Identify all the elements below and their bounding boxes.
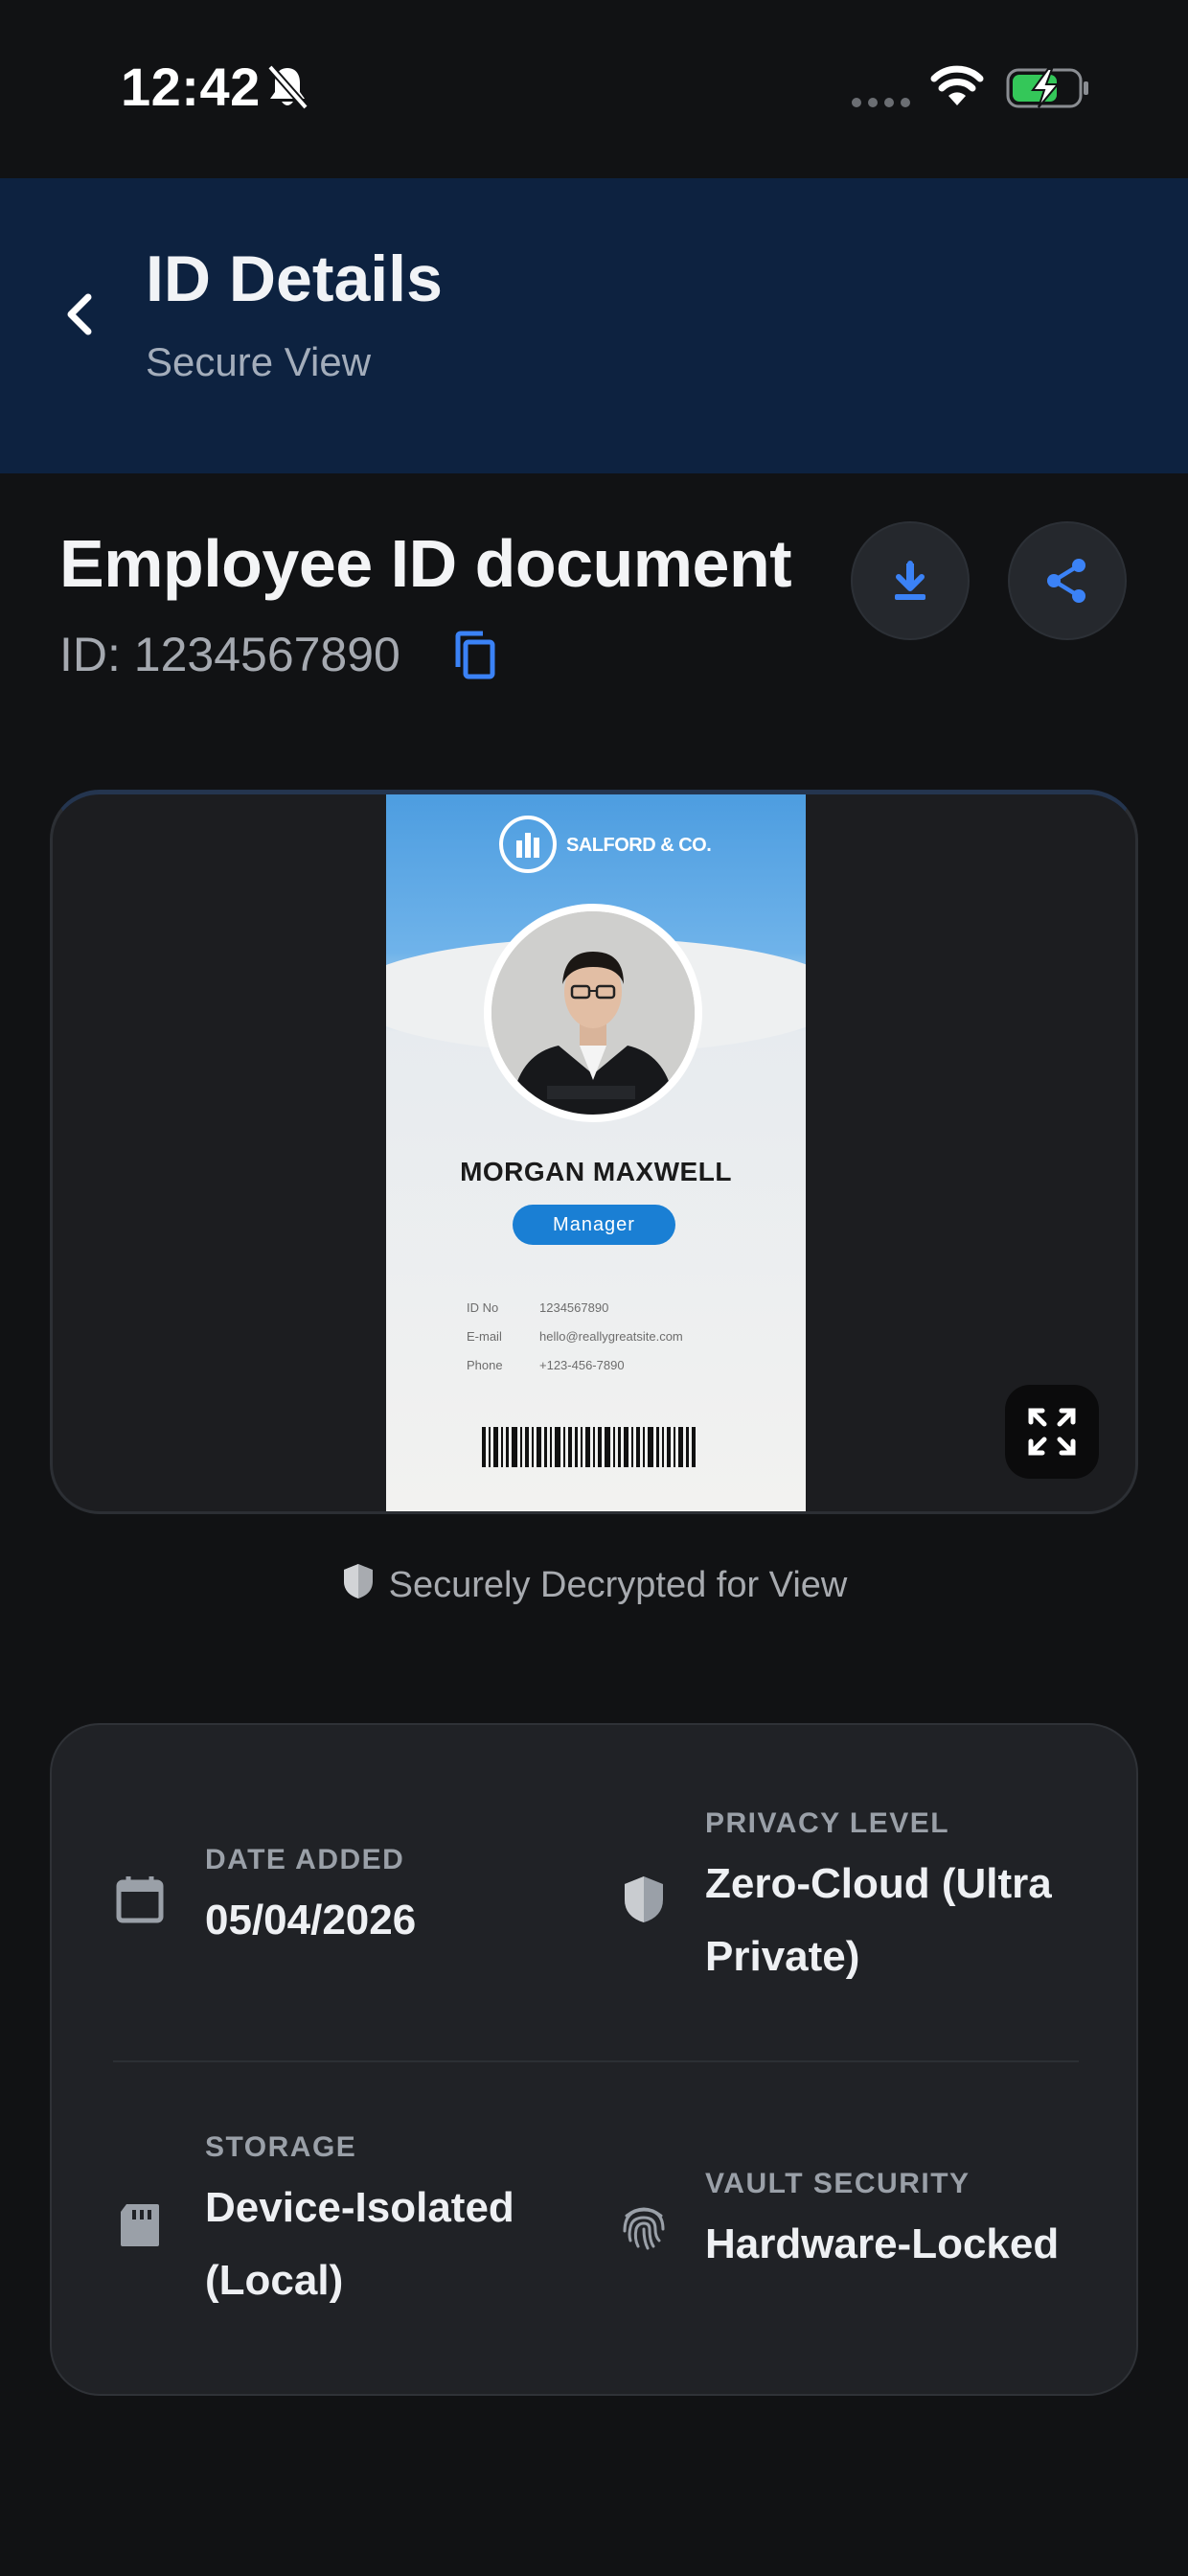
shield-icon bbox=[625, 1876, 663, 1922]
privacy-level-value-line2: Private) bbox=[705, 1933, 860, 1980]
barcode bbox=[482, 1427, 700, 1467]
fingerprint-icon bbox=[623, 2207, 665, 2250]
status-time: 12:42 bbox=[121, 57, 261, 117]
shield-icon bbox=[343, 1564, 373, 1598]
fullscreen-icon bbox=[1028, 1408, 1076, 1456]
sd-card-icon bbox=[121, 2204, 159, 2246]
back-arrow-icon[interactable] bbox=[57, 286, 100, 343]
storage-value-line2: (Local) bbox=[205, 2257, 344, 2304]
company-logo bbox=[499, 816, 557, 873]
employee-role-badge: Manager bbox=[513, 1205, 675, 1245]
storage-value-line1: Device-Isolated bbox=[205, 2184, 514, 2231]
document-image-card: SALFORD & CO. MORGAN MAXWELL Manager ID … bbox=[50, 790, 1138, 1514]
document-info-card: DATE ADDED 05/04/2026 PRIVACY LEVEL Zero… bbox=[50, 1723, 1138, 2396]
building-icon bbox=[516, 833, 539, 858]
calendar-icon bbox=[116, 1876, 164, 1923]
cellular-signal-icon bbox=[852, 98, 910, 107]
fullscreen-button[interactable] bbox=[1005, 1385, 1099, 1479]
id-card-image[interactable]: SALFORD & CO. MORGAN MAXWELL Manager ID … bbox=[386, 794, 806, 1511]
date-added-label: DATE ADDED bbox=[205, 1844, 405, 1875]
download-button[interactable] bbox=[851, 521, 970, 640]
document-title: Employee ID document bbox=[59, 526, 792, 601]
employee-photo bbox=[484, 904, 702, 1122]
share-button[interactable] bbox=[1008, 521, 1127, 640]
status-bar: 12:42 bbox=[0, 0, 1188, 178]
secure-note: Securely Decrypted for View bbox=[0, 1562, 1188, 1606]
vault-security-label: VAULT SECURITY bbox=[705, 2168, 971, 2199]
share-icon bbox=[1047, 559, 1085, 603]
download-icon bbox=[895, 561, 925, 600]
copy-icon[interactable] bbox=[450, 629, 502, 682]
app-header: ID Details Secure View bbox=[0, 178, 1188, 473]
page-title: ID Details bbox=[146, 242, 443, 315]
wifi-icon bbox=[930, 65, 984, 105]
company-name: SALFORD & CO. bbox=[566, 835, 712, 856]
page-subtitle: Secure View bbox=[146, 339, 372, 384]
vault-security-value: Hardware-Locked bbox=[705, 2220, 1060, 2267]
document-id: ID: 1234567890 bbox=[59, 628, 400, 681]
date-added-value: 05/04/2026 bbox=[205, 1897, 417, 1944]
card-field-email: E-mail hello@reallygreatsite.com bbox=[467, 1329, 683, 1344]
battery-charging-icon bbox=[1006, 68, 1088, 108]
privacy-level-value-line1: Zero-Cloud (Ultra bbox=[705, 1860, 1052, 1907]
employee-name: MORGAN MAXWELL bbox=[460, 1157, 732, 1186]
card-field-phone: Phone +123-456-7890 bbox=[467, 1358, 625, 1372]
privacy-level-label: PRIVACY LEVEL bbox=[705, 1807, 950, 1839]
card-field-id: ID No 1234567890 bbox=[467, 1300, 609, 1315]
storage-label: STORAGE bbox=[205, 2131, 357, 2163]
divider bbox=[113, 2060, 1079, 2062]
bell-slash-icon bbox=[266, 64, 309, 110]
